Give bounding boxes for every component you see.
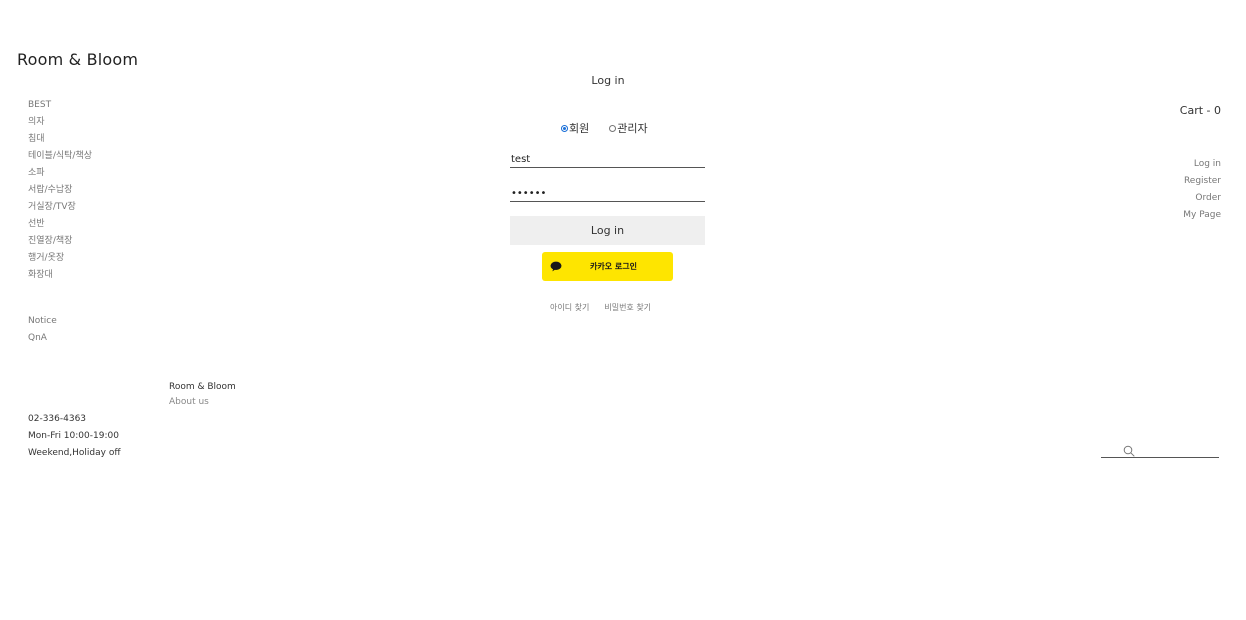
category-item-dresser[interactable]: 화장대 <box>28 267 92 284</box>
category-item-table[interactable]: 테이블/식탁/책상 <box>28 148 92 165</box>
category-item-chair[interactable]: 의자 <box>28 114 92 131</box>
footer-brand-name: Room & Bloom <box>169 382 236 392</box>
login-button[interactable]: Log in <box>510 216 705 245</box>
category-item-tv-stand[interactable]: 거실장/TV장 <box>28 199 92 216</box>
about-us-link[interactable]: About us <box>169 395 236 410</box>
category-nav: BEST 의자 침대 테이블/식탁/책상 소파 서랍/수납장 거실장/TV장 선… <box>28 97 92 284</box>
category-item-shelf[interactable]: 선반 <box>28 216 92 233</box>
footer-closed: Weekend,Holiday off <box>28 448 121 458</box>
role-admin-radio[interactable] <box>609 124 617 132</box>
board-item-qna[interactable]: QnA <box>28 330 57 347</box>
kakao-login-button[interactable]: 카카오 로그인 <box>542 252 673 281</box>
chat-bubble-icon <box>550 261 562 272</box>
footer-contact: 02-336-4363 Mon-Fri 10:00-19:00 Weekend,… <box>28 411 121 462</box>
role-member-option[interactable]: 회원 <box>561 120 589 136</box>
role-radio-group: 회원 관리자 <box>561 120 648 136</box>
footer-hours: Mon-Fri 10:00-19:00 <box>28 431 119 441</box>
search-icon[interactable] <box>1123 445 1135 457</box>
role-member-label: 회원 <box>569 122 590 135</box>
site-logo[interactable]: Room & Bloom <box>17 50 138 69</box>
footer-phone: 02-336-4363 <box>28 414 87 424</box>
category-item-bed[interactable]: 침대 <box>28 131 92 148</box>
user-id-field[interactable] <box>510 152 705 168</box>
search-input[interactable] <box>1101 441 1219 458</box>
role-admin-option[interactable]: 관리자 <box>609 120 648 136</box>
role-member-radio[interactable] <box>561 124 568 132</box>
user-menu-register[interactable]: Register <box>1183 173 1221 190</box>
login-title: Log in <box>591 74 625 87</box>
footer-brand: Room & Bloom About us <box>169 380 236 410</box>
category-item-best[interactable]: BEST <box>28 97 92 114</box>
user-menu-mypage[interactable]: My Page <box>1183 207 1221 224</box>
user-menu-login[interactable]: Log in <box>1183 156 1221 173</box>
role-admin-label: 관리자 <box>617 122 648 135</box>
user-menu: Log in Register Order My Page <box>1183 156 1221 224</box>
find-id-link[interactable]: 아이디 찾기 <box>550 302 589 313</box>
cart-link[interactable]: Cart - 0 <box>1180 104 1221 117</box>
category-item-sofa[interactable]: 소파 <box>28 165 92 182</box>
board-nav: Notice QnA <box>28 313 57 347</box>
user-menu-order[interactable]: Order <box>1183 190 1221 207</box>
category-item-bookcase[interactable]: 진열장/책장 <box>28 233 92 250</box>
password-field[interactable] <box>510 186 705 202</box>
search-bar <box>1101 441 1241 459</box>
find-password-link[interactable]: 비밀번호 찾기 <box>604 302 651 313</box>
category-item-drawer[interactable]: 서랍/수납장 <box>28 182 92 199</box>
board-item-notice[interactable]: Notice <box>28 313 57 330</box>
find-account-links: 아이디 찾기 비밀번호 찾기 <box>550 302 651 313</box>
category-item-wardrobe[interactable]: 행거/옷장 <box>28 250 92 267</box>
